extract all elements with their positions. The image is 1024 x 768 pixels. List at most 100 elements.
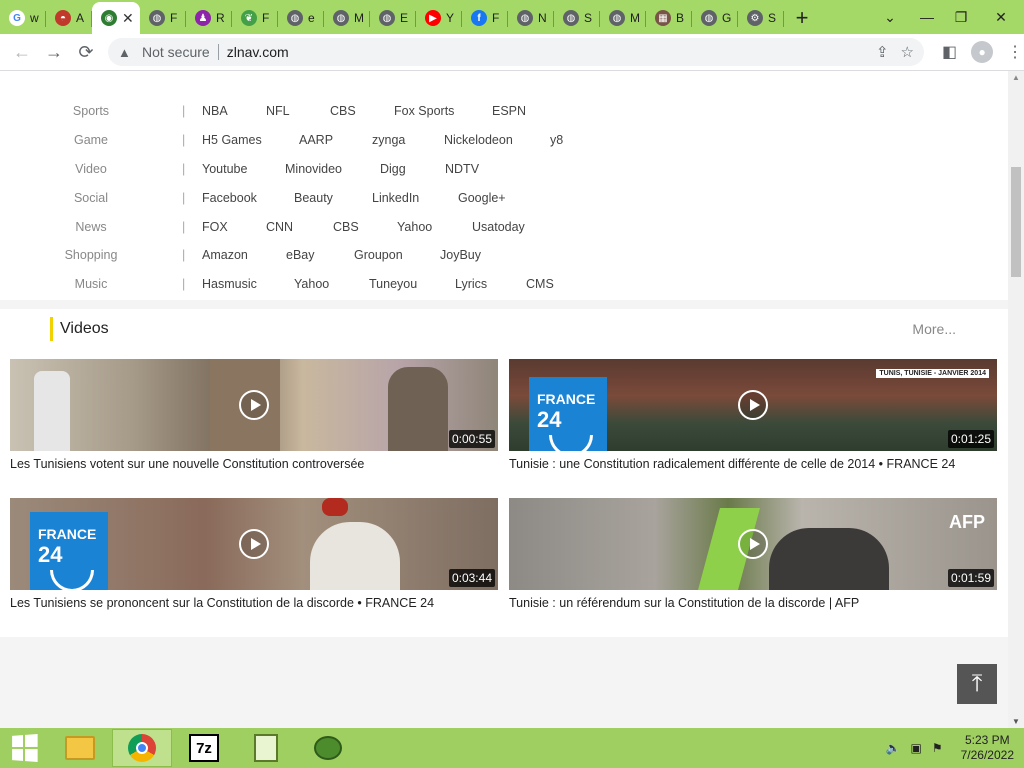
site-link[interactable]: H5 Games bbox=[202, 133, 262, 147]
play-icon[interactable] bbox=[738, 390, 768, 420]
link-category[interactable]: Shopping bbox=[0, 248, 182, 262]
tab-search-chevron-icon[interactable]: ⌄ bbox=[870, 0, 910, 34]
bookmark-star-icon[interactable]: ☆ bbox=[901, 43, 914, 61]
site-link[interactable]: FOX bbox=[202, 220, 228, 234]
video-thumbnail[interactable]: 0:00:55 bbox=[10, 359, 498, 451]
video-card[interactable]: FRANCE 24 0:03:44 Les Tunisiens se prono… bbox=[10, 498, 498, 610]
site-link[interactable]: Digg bbox=[380, 162, 406, 176]
site-link[interactable]: ESPN bbox=[492, 104, 526, 118]
link-category[interactable]: News bbox=[0, 220, 182, 234]
restore-button[interactable]: ❐ bbox=[944, 0, 978, 34]
browser-tab[interactable]: ◍ M bbox=[600, 2, 646, 34]
play-icon[interactable] bbox=[239, 529, 269, 559]
link-category[interactable]: Sports bbox=[0, 104, 182, 118]
browser-tab[interactable]: ◍ F bbox=[140, 2, 186, 34]
link-category[interactable]: Music bbox=[0, 277, 182, 291]
browser-tab[interactable]: ▦ B bbox=[646, 2, 692, 34]
volume-muted-icon[interactable]: 🔈 bbox=[886, 741, 901, 755]
video-card[interactable]: AFP 0:01:59 Tunisie : un référendum sur … bbox=[509, 498, 997, 610]
site-link[interactable]: Beauty bbox=[294, 191, 333, 205]
security-label[interactable]: Not secure bbox=[142, 44, 210, 60]
back-to-top-button[interactable]: ⤒ bbox=[957, 664, 997, 704]
play-icon[interactable] bbox=[239, 390, 269, 420]
site-link[interactable]: NBA bbox=[202, 104, 228, 118]
browser-tab[interactable]: Gw bbox=[0, 2, 46, 34]
start-button[interactable] bbox=[0, 728, 48, 768]
browser-tab[interactable]: ◓ A bbox=[46, 2, 92, 34]
site-link[interactable]: Hasmusic bbox=[202, 277, 257, 291]
scroll-down-arrow-icon[interactable]: ▼ bbox=[1012, 717, 1020, 726]
back-button[interactable]: ← bbox=[6, 36, 38, 68]
profile-avatar-icon[interactable]: ● bbox=[971, 41, 994, 63]
side-panel-icon[interactable]: ◧ bbox=[942, 42, 957, 62]
close-tab-icon[interactable]: ✕ bbox=[122, 10, 134, 27]
video-title[interactable]: Tunisie : un référendum sur la Constitut… bbox=[509, 596, 997, 610]
site-link[interactable]: Tuneyou bbox=[369, 277, 417, 291]
site-link[interactable]: NDTV bbox=[445, 162, 479, 176]
taskbar-network-app[interactable] bbox=[298, 729, 358, 767]
browser-tab[interactable]: ⚙ S bbox=[738, 2, 784, 34]
site-link[interactable]: CMS bbox=[526, 277, 554, 291]
clock[interactable]: 5:23 PM 7/26/2022 bbox=[961, 733, 1014, 763]
site-link[interactable]: Amazon bbox=[202, 248, 248, 262]
site-link[interactable]: Usatoday bbox=[472, 220, 525, 234]
site-link[interactable]: CBS bbox=[333, 220, 359, 234]
new-tab-button[interactable]: + bbox=[784, 2, 820, 34]
browser-tab[interactable]: ◍ E bbox=[370, 2, 416, 34]
warning-icon[interactable]: ▲ bbox=[118, 45, 136, 60]
browser-tab[interactable]: ◍ N bbox=[508, 2, 554, 34]
site-link[interactable]: CNN bbox=[266, 220, 293, 234]
site-link[interactable]: CBS bbox=[330, 104, 356, 118]
browser-tab[interactable]: fF bbox=[462, 2, 508, 34]
site-link[interactable]: Yahoo bbox=[397, 220, 432, 234]
video-thumbnail[interactable]: FRANCE 24 TUNIS, TUNISIE - JANVIER 2014 … bbox=[509, 359, 997, 451]
video-title[interactable]: Tunisie : une Constitution radicalement … bbox=[509, 457, 997, 471]
taskbar-7zip[interactable]: 7z bbox=[174, 729, 234, 767]
browser-tab[interactable]: ▶ Y bbox=[416, 2, 462, 34]
action-center-flag-icon[interactable]: ⚑ bbox=[932, 741, 943, 755]
link-category[interactable]: Game bbox=[0, 133, 182, 147]
site-link[interactable]: Minovideo bbox=[285, 162, 342, 176]
link-category[interactable]: Video bbox=[0, 162, 182, 176]
scrollbar-thumb[interactable] bbox=[1011, 167, 1021, 277]
site-link[interactable]: Groupon bbox=[354, 248, 403, 262]
browser-tab[interactable]: ◉ ✕ bbox=[92, 2, 140, 34]
site-link[interactable]: Fox Sports bbox=[394, 104, 454, 118]
browser-tab[interactable]: ♟ R bbox=[186, 2, 232, 34]
video-card[interactable]: FRANCE 24 TUNIS, TUNISIE - JANVIER 2014 … bbox=[509, 359, 997, 471]
site-link[interactable]: AARP bbox=[299, 133, 333, 147]
link-category[interactable]: Social bbox=[0, 191, 182, 205]
site-link[interactable]: zynga bbox=[372, 133, 405, 147]
video-thumbnail[interactable]: FRANCE 24 0:03:44 bbox=[10, 498, 498, 590]
scroll-up-arrow-icon[interactable]: ▲ bbox=[1012, 73, 1020, 82]
forward-button[interactable]: → bbox=[38, 36, 70, 68]
site-link[interactable]: Facebook bbox=[202, 191, 257, 205]
site-link[interactable]: Youtube bbox=[202, 162, 247, 176]
more-videos-link[interactable]: More... bbox=[912, 321, 956, 337]
network-status-icon[interactable]: ▣ bbox=[911, 741, 922, 755]
video-title[interactable]: Les Tunisiens votent sur une nouvelle Co… bbox=[10, 457, 498, 471]
video-title[interactable]: Les Tunisiens se prononcent sur la Const… bbox=[10, 596, 498, 610]
site-link[interactable]: Lyrics bbox=[455, 277, 487, 291]
browser-tab[interactable]: ◍ e bbox=[278, 2, 324, 34]
vertical-scrollbar[interactable]: ▲ ▼ bbox=[1008, 71, 1024, 728]
browser-tab[interactable]: ◍ G bbox=[692, 2, 738, 34]
browser-tab[interactable]: ◍ M bbox=[324, 2, 370, 34]
site-link[interactable]: Yahoo bbox=[294, 277, 329, 291]
url-text[interactable]: zlnav.com bbox=[227, 44, 289, 60]
close-window-button[interactable]: ✕ bbox=[978, 0, 1024, 34]
menu-kebab-icon[interactable]: ⋮ bbox=[1007, 42, 1023, 62]
site-link[interactable]: JoyBuy bbox=[440, 248, 481, 262]
site-link[interactable]: y8 bbox=[550, 133, 563, 147]
video-thumbnail[interactable]: AFP 0:01:59 bbox=[509, 498, 997, 590]
site-link[interactable]: eBay bbox=[286, 248, 315, 262]
play-icon[interactable] bbox=[738, 529, 768, 559]
site-link[interactable]: NFL bbox=[266, 104, 290, 118]
browser-tab[interactable]: ◍ S bbox=[554, 2, 600, 34]
minimize-button[interactable]: — bbox=[910, 0, 944, 34]
site-link[interactable]: LinkedIn bbox=[372, 191, 419, 205]
address-bar[interactable]: ▲ Not secure zlnav.com ⇪ ☆ bbox=[108, 38, 924, 66]
taskbar-file-explorer[interactable] bbox=[50, 729, 110, 767]
share-icon[interactable]: ⇪ bbox=[876, 43, 889, 61]
taskbar-notepad[interactable] bbox=[236, 729, 296, 767]
